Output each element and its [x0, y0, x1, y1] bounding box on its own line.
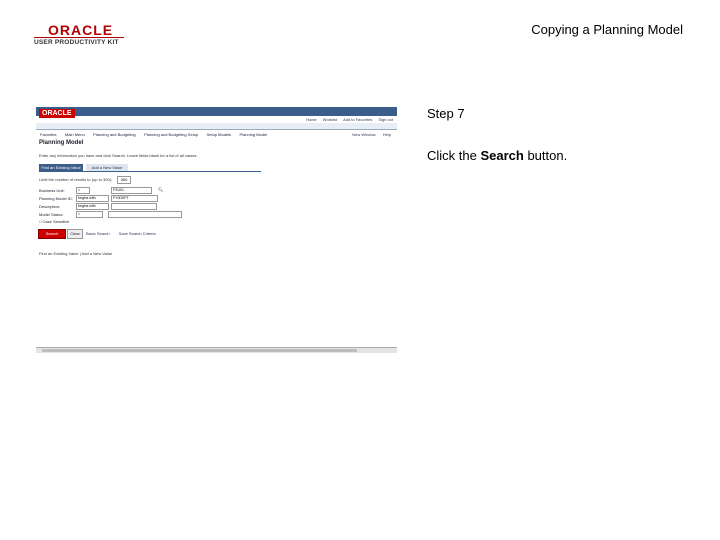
description-operator[interactable]: begins with	[76, 203, 109, 210]
top-link-worklist[interactable]: Worklist	[323, 117, 337, 122]
step-label: Step 7	[427, 106, 465, 121]
app-instructions: Enter any information you have and click…	[39, 153, 198, 158]
model-status-label: Model Status:	[39, 212, 64, 217]
planning-model-operator[interactable]: begins with	[76, 195, 109, 202]
oracle-logo-word: ORACLE	[48, 22, 114, 38]
clear-button[interactable]: Clear	[67, 229, 83, 239]
planning-model-field[interactable]: FY0DEPT	[111, 195, 158, 202]
case-sensitive-checkbox[interactable]: □ Case Sensitive	[39, 219, 69, 224]
business-unit-operator[interactable]: =	[76, 187, 90, 194]
nav-item[interactable]: Favorites	[40, 132, 56, 137]
app-header-band	[36, 107, 397, 116]
app-top-links: Home Worklist Add to Favorites Sign out	[301, 117, 393, 122]
save-criteria-link[interactable]: Save Search Criteria	[119, 231, 156, 236]
model-status-select[interactable]	[108, 211, 182, 218]
planning-model-label: Planning Model ID:	[39, 196, 73, 201]
app-tools: New Window Help	[352, 132, 391, 137]
logo-subtitle: USER PRODUCTIVITY KIT	[34, 39, 119, 46]
oracle-upk-logo: ORACLE USER PRODUCTIVITY KIT	[34, 22, 124, 48]
business-unit-field[interactable]: FSU01	[111, 187, 152, 194]
description-field[interactable]	[111, 203, 157, 210]
lookup-icon[interactable]: 🔍︎	[158, 187, 163, 192]
nav-item[interactable]: Main Menu	[65, 132, 85, 137]
tab-add-new[interactable]: Add a New Value	[86, 164, 128, 171]
instruction-bold: Search	[480, 148, 524, 163]
nav-item[interactable]: Planning and Budgeting Setup	[144, 132, 198, 137]
document-title: Copying a Planning Model	[531, 22, 683, 37]
application-screenshot: ORACLE Home Worklist Add to Favorites Si…	[36, 107, 397, 353]
horizontal-scrollbar[interactable]	[36, 347, 397, 353]
app-breadcrumb: Favorites Main Menu Planning and Budgeti…	[36, 123, 397, 137]
new-window-link[interactable]: New Window	[352, 132, 375, 137]
top-link-signout[interactable]: Sign out	[378, 117, 393, 122]
help-link[interactable]: Help	[383, 132, 391, 137]
nav-item[interactable]: Planning Model	[240, 132, 268, 137]
logo-rule	[34, 37, 124, 38]
search-button[interactable]: Search	[38, 229, 66, 239]
basic-search-link[interactable]: Basic Search	[86, 231, 110, 236]
limit-input[interactable]: 300	[117, 176, 131, 184]
description-label: Description:	[39, 204, 61, 209]
top-link-home[interactable]: Home	[306, 117, 317, 122]
limit-label: Limit the number of results to (up to 30…	[39, 177, 113, 182]
search-links: Basic Search Save Search Criteria	[86, 231, 156, 236]
app-page-title: Planning Model	[39, 140, 84, 146]
scrollbar-thumb[interactable]	[42, 349, 357, 352]
tab-underline	[39, 171, 261, 172]
nav-item[interactable]: Setup Models	[207, 132, 231, 137]
app-logo: ORACLE	[39, 109, 75, 118]
instruction-suffix: button.	[523, 148, 568, 163]
top-link-favorites[interactable]: Add to Favorites	[343, 117, 372, 122]
business-unit-label: Business Unit:	[39, 188, 65, 193]
step-instruction: Click the Search button.	[427, 148, 567, 163]
case-sensitive-label: Case Sensitive	[42, 219, 70, 224]
instruction-prefix: Click the	[427, 148, 481, 163]
nav-item[interactable]: Planning and Budgeting	[93, 132, 135, 137]
model-status-operator[interactable]: =	[76, 211, 103, 218]
find-add-links[interactable]: Find an Existing Value | Add a New Value	[39, 251, 112, 256]
tab-find-existing[interactable]: Find an Existing Value	[39, 164, 83, 171]
